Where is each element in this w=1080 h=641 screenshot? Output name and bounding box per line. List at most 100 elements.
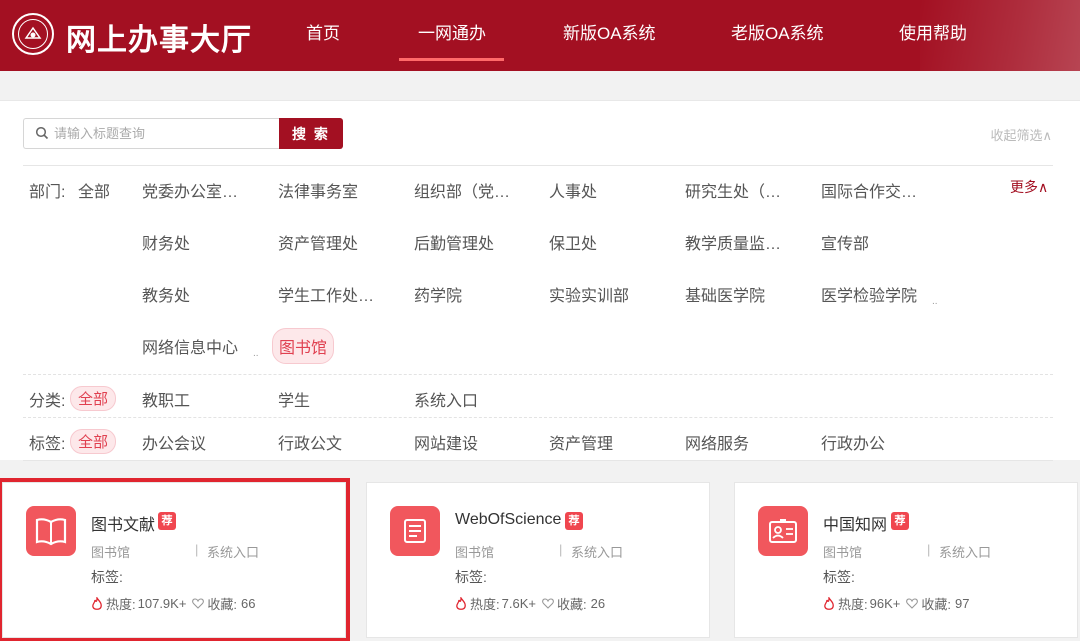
dept-option[interactable]: 药学院 [414,282,462,306]
site-title[interactable]: 网上办事大厅 [66,15,252,59]
nav-new-oa[interactable]: 新版OA系统 [563,19,656,44]
flame-icon [92,596,102,610]
dept-option[interactable]: 后勤管理处 [414,230,494,254]
heat-value: 7.6K+ [501,596,536,611]
dept-option[interactable]: 保卫处 [549,230,597,254]
search-box [23,118,279,149]
nav-home[interactable]: 首页 [306,19,340,44]
card-stats: 热度: 107.9K+ 收藏: 66 [91,594,256,613]
heat-label: 热度: [106,597,136,612]
dept-option[interactable]: 医学检验学院 [821,282,917,306]
dept-option[interactable]: 国际合作交… [821,178,917,202]
top-header: 网上办事大厅 首页 一网通办 新版OA系统 老版OA系统 使用帮助 [0,0,1080,71]
tag-option[interactable]: 行政公文 [278,430,342,454]
heat-value: 107.9K+ [137,596,187,611]
category-option[interactable]: 系统入口 [414,387,478,411]
heart-icon[interactable] [192,598,205,609]
collapse-filter-link[interactable]: 收起筛选∧ [990,125,1052,144]
dept-option[interactable]: 教学质量监… [685,230,781,254]
category-option[interactable]: 学生 [278,387,310,411]
fav-label: 收藏: [207,597,238,612]
dept-option-all[interactable]: 全部 [78,178,110,202]
dept-option[interactable]: 人事处 [549,178,597,202]
ellipsis-mark: .. [253,348,259,359]
tag-option[interactable]: 网站建设 [414,430,478,454]
card-separator: | [559,542,563,557]
card-stats: 热度: 7.6K+ 收藏: 26 [455,594,605,613]
dept-option[interactable]: 基础医学院 [685,282,765,306]
recommended-badge: 荐 [891,512,909,530]
fav-value: 66 [241,596,256,611]
tag-option[interactable]: 行政办公 [821,430,885,454]
tag-filter-label: 标签: [29,436,66,453]
category-filter-label: 分类: [29,393,66,410]
heat-value: 96K+ [869,596,901,611]
flame-icon [456,596,466,610]
card-title[interactable]: WebOfScience [455,511,561,529]
dept-option[interactable]: 组织部（党… [414,178,510,202]
service-card[interactable]: 图书文献 荐 图书馆 | 系统入口 标签: 热度: 107.9K+ 收藏: 66 [0,478,350,641]
heart-icon[interactable] [542,598,554,609]
heat-label: 热度: [470,597,500,612]
divider [23,374,1053,375]
card-category: 系统入口 [939,545,992,560]
nav-one-stop[interactable]: 一网通办 [418,19,486,44]
search-icon [35,126,49,140]
fav-value: 26 [590,596,606,611]
card-separator: | [195,542,199,557]
dept-option[interactable]: 实验实训部 [549,282,629,306]
category-option-all-selected[interactable]: 全部 [70,386,117,411]
flame-icon [824,596,834,610]
search-input[interactable] [54,119,264,148]
fav-label: 收藏: [556,597,587,612]
scroll-icon [390,506,440,556]
dept-option-selected[interactable]: 图书馆 [272,328,335,364]
card-dept: 图书馆 [91,545,131,560]
heart-icon[interactable] [906,598,919,609]
card-stats: 热度: 96K+ 收藏: 97 [823,594,969,613]
divider [23,417,1053,418]
service-card[interactable]: WebOfScience 荐 图书馆 | 系统入口 标签: 热度: 7.6K+ … [366,482,710,638]
card-tag-label: 标签: [823,569,855,585]
recommended-badge: 荐 [158,512,176,530]
dept-option[interactable]: 网络信息中心 [142,334,238,358]
service-card[interactable]: 中国知网 荐 图书馆 | 系统入口 标签: 热度: 96K+ 收藏: 97 [734,482,1078,638]
nav-help[interactable]: 使用帮助 [899,19,967,44]
dept-option[interactable]: 宣传部 [821,230,869,254]
card-title[interactable]: 图书文献 [91,511,155,535]
category-option[interactable]: 教职工 [142,387,190,411]
dept-option[interactable]: 党委办公室… [142,178,238,202]
card-title[interactable]: 中国知网 [823,511,887,535]
filter-panel: 搜 索 收起筛选∧ 部门: 全部 党委办公室… 法律事务室 组织部（党… 人事处… [0,100,1080,461]
id-card-icon [758,506,808,556]
book-icon [26,506,76,556]
card-category: 系统入口 [207,545,260,560]
card-separator: | [927,542,931,557]
nav-old-oa[interactable]: 老版OA系统 [731,19,824,44]
tag-option-all-selected[interactable]: 全部 [70,429,117,454]
tag-option[interactable]: 办公会议 [142,430,206,454]
heat-label: 热度: [838,597,868,612]
tag-option[interactable]: 资产管理 [549,430,613,454]
fav-value: 97 [954,596,970,611]
university-logo-icon[interactable] [12,13,54,55]
dept-option[interactable]: 资产管理处 [278,230,358,254]
dept-option[interactable]: 学生工作处… [278,282,374,306]
dept-more-toggle[interactable]: 更多∧ [1010,177,1048,197]
dept-filter-label: 部门: [29,184,66,201]
tag-option[interactable]: 网络服务 [685,430,749,454]
card-tag-label: 标签: [91,569,123,585]
divider [23,460,1053,461]
card-category: 系统入口 [571,545,624,560]
ellipsis-mark: .. [932,296,938,307]
dept-option[interactable]: 教务处 [142,282,190,306]
active-nav-indicator [399,58,504,61]
card-dept: 图书馆 [823,545,863,560]
fav-label: 收藏: [921,597,951,612]
dept-option[interactable]: 财务处 [142,230,190,254]
recommended-badge: 荐 [565,512,583,530]
dept-option[interactable]: 研究生处（… [685,178,781,202]
dept-option[interactable]: 法律事务室 [278,178,358,202]
search-button[interactable]: 搜 索 [279,118,343,149]
card-tag-label: 标签: [455,569,487,585]
